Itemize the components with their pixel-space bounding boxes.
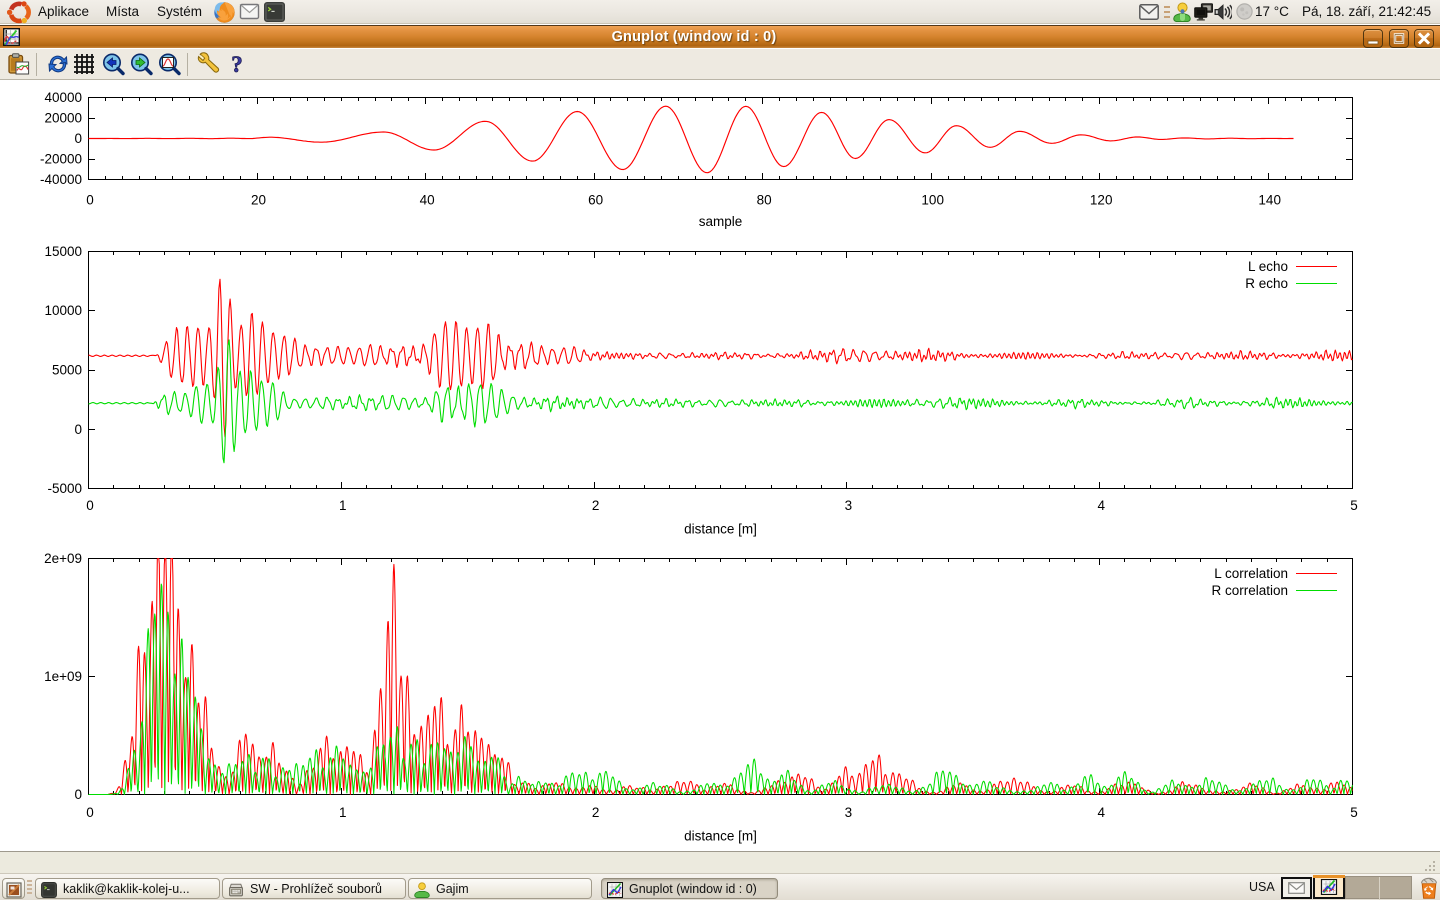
svg-text:2e+09: 2e+09 (44, 551, 82, 566)
svg-text:0: 0 (74, 787, 82, 802)
svg-text:2: 2 (592, 498, 600, 513)
svg-text:60: 60 (588, 193, 603, 208)
svg-text:0: 0 (74, 422, 82, 437)
svg-text:3: 3 (845, 498, 853, 513)
svg-text:0: 0 (86, 805, 94, 820)
svg-text:sample: sample (699, 214, 743, 229)
svg-text:3: 3 (845, 805, 853, 820)
svg-text:120: 120 (1090, 193, 1113, 208)
svg-text:distance [m]: distance [m] (684, 522, 757, 537)
svg-text:5: 5 (1350, 805, 1358, 820)
svg-text:1: 1 (339, 498, 347, 513)
svg-text:4: 4 (1097, 805, 1105, 820)
svg-text:-40000: -40000 (40, 172, 82, 187)
svg-text:L correlation: L correlation (1214, 566, 1288, 581)
svg-text:0: 0 (86, 193, 94, 208)
svg-text:distance [m]: distance [m] (684, 829, 757, 844)
svg-text:R echo: R echo (1245, 276, 1288, 291)
svg-text:20: 20 (251, 193, 266, 208)
svg-text:1e+09: 1e+09 (44, 669, 82, 684)
svg-text:0: 0 (86, 498, 94, 513)
svg-text:80: 80 (757, 193, 772, 208)
svg-text:5000: 5000 (52, 363, 82, 378)
svg-text:140: 140 (1258, 193, 1281, 208)
svg-text:-20000: -20000 (40, 152, 82, 167)
svg-text:15000: 15000 (44, 244, 82, 259)
svg-text:40: 40 (420, 193, 435, 208)
svg-text:100: 100 (921, 193, 944, 208)
svg-text:1: 1 (339, 805, 347, 820)
svg-text:4: 4 (1097, 498, 1105, 513)
svg-text:L echo: L echo (1248, 259, 1288, 274)
svg-text:-5000: -5000 (47, 481, 82, 496)
svg-text:10000: 10000 (44, 303, 82, 318)
svg-text:40000: 40000 (44, 90, 82, 105)
svg-text:?: ? (231, 52, 243, 77)
svg-text:0: 0 (74, 131, 82, 146)
svg-text:2: 2 (592, 805, 600, 820)
svg-text:R correlation: R correlation (1211, 583, 1288, 598)
svg-text:5: 5 (1350, 498, 1358, 513)
svg-text:20000: 20000 (44, 111, 82, 126)
